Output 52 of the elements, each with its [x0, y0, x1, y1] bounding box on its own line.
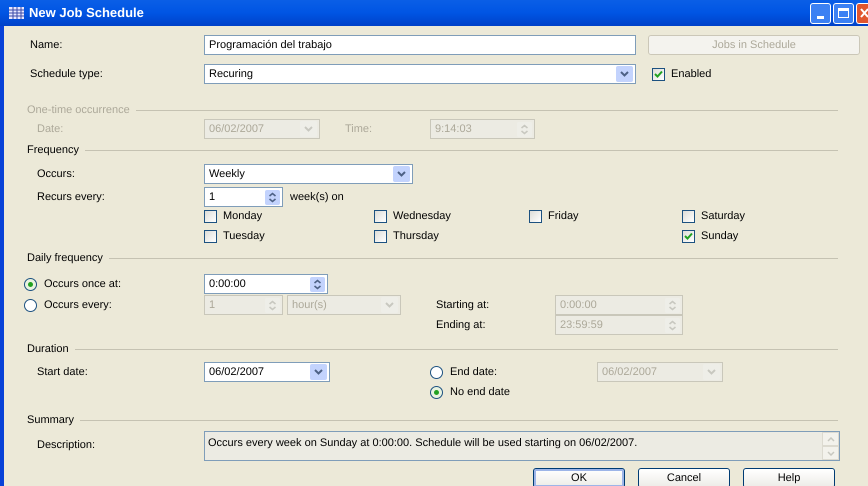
- window-title: New Job Schedule: [29, 4, 144, 22]
- start-date-picker[interactable]: 06/02/2007: [204, 362, 330, 382]
- spin-arrows-icon[interactable]: [310, 276, 325, 292]
- schedule-type-dropdown[interactable]: Recuring: [204, 64, 636, 84]
- dialog-button[interactable]: Help: [743, 468, 835, 486]
- group-title: Daily frequency: [27, 250, 104, 266]
- radio-label: Occurs every:: [44, 298, 112, 313]
- minimize-button[interactable]: [810, 2, 831, 24]
- dialog-button[interactable]: OK: [533, 468, 625, 486]
- field-label: Schedule type:: [29, 66, 104, 82]
- radio-button[interactable]: [24, 298, 37, 312]
- checkbox[interactable]: Tuesday: [204, 227, 374, 245]
- checkmark-icon: [684, 232, 693, 240]
- field-label: Occurs:: [36, 166, 76, 182]
- spin-arrows-icon[interactable]: [265, 190, 280, 204]
- occurs-once-time-field[interactable]: 0:00:00: [204, 274, 328, 294]
- checkmark-icon: [654, 70, 663, 78]
- radio-button[interactable]: [430, 386, 443, 398]
- unit-label: week(s) on: [290, 190, 344, 205]
- field-label: Date:: [36, 122, 64, 137]
- group-title: One-time occurrence: [27, 102, 131, 118]
- checkbox[interactable]: Saturday: [682, 207, 832, 225]
- radio-button[interactable]: [430, 366, 443, 378]
- field-label: Starting at:: [435, 298, 490, 313]
- occurs-dropdown[interactable]: Weekly: [204, 164, 413, 184]
- close-button[interactable]: [856, 2, 868, 24]
- field-label: Time:: [344, 122, 374, 137]
- checkbox[interactable]: Sunday: [682, 227, 832, 245]
- checkbox[interactable]: Enabled: [652, 65, 712, 83]
- radio-label: No end date: [450, 384, 510, 400]
- checkbox[interactable]: Monday: [204, 207, 374, 225]
- group-title: Frequency: [27, 142, 80, 158]
- checkbox[interactable]: Friday: [529, 207, 682, 225]
- description-box: Occurs every week on Sunday at 0:00:00. Schedule will be used starting on 06/02/2007.: [204, 431, 840, 461]
- group-title: Summary: [27, 412, 76, 428]
- field-label: Name:: [29, 38, 64, 53]
- close-icon: [860, 8, 868, 18]
- radio-button[interactable]: [24, 278, 37, 290]
- grid-icon: [9, 7, 24, 19]
- checkbox[interactable]: Wednesday: [374, 207, 529, 225]
- field-label: Start date:: [36, 364, 89, 380]
- radio-label: Occurs once at:: [44, 276, 122, 292]
- field-label: Description:: [36, 438, 96, 453]
- name-field[interactable]: Programación del trabajo: [204, 35, 636, 55]
- maximize-button[interactable]: [833, 2, 854, 24]
- group-title: Duration: [27, 342, 70, 357]
- field-label: Recurs every:: [36, 190, 106, 205]
- checkbox[interactable]: Thursday: [374, 227, 529, 245]
- radio-label: End date:: [450, 364, 498, 380]
- recurs-every-field[interactable]: 1: [204, 187, 283, 207]
- dialog-button[interactable]: Cancel: [638, 468, 730, 486]
- field-label: Ending at:: [436, 318, 487, 333]
